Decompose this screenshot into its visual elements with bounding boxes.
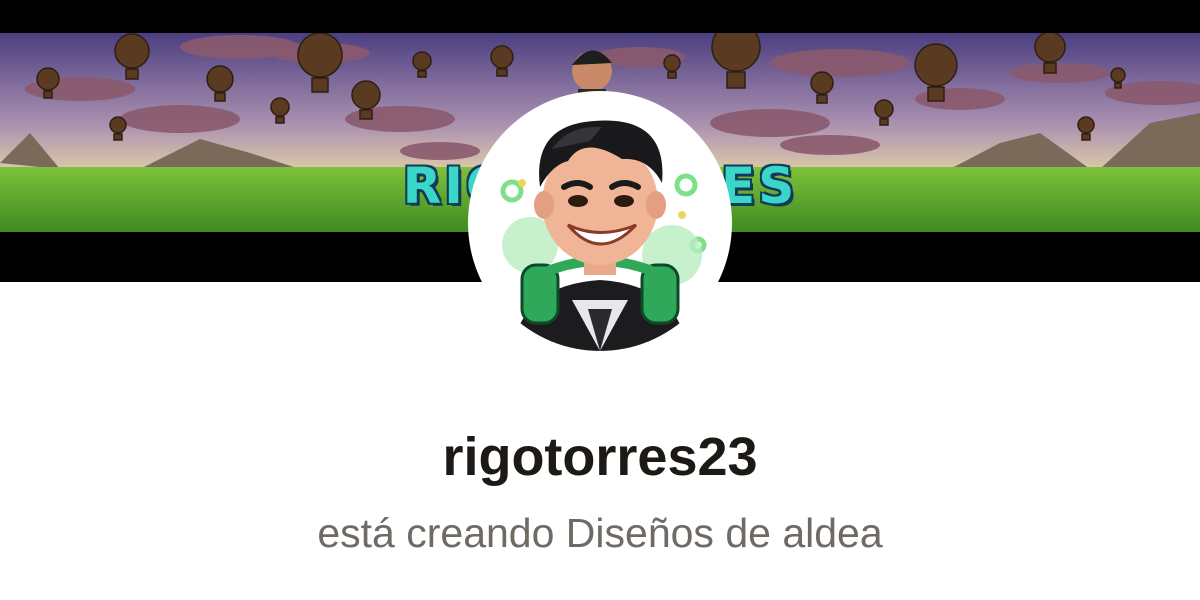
avatar-illustration-icon bbox=[472, 95, 728, 351]
creator-username: rigotorres23 bbox=[442, 427, 758, 487]
profile-page: RIGOTORRES bbox=[0, 0, 1200, 600]
avatar[interactable] bbox=[472, 95, 728, 351]
creator-tagline: está creando Diseños de aldea bbox=[317, 510, 883, 556]
